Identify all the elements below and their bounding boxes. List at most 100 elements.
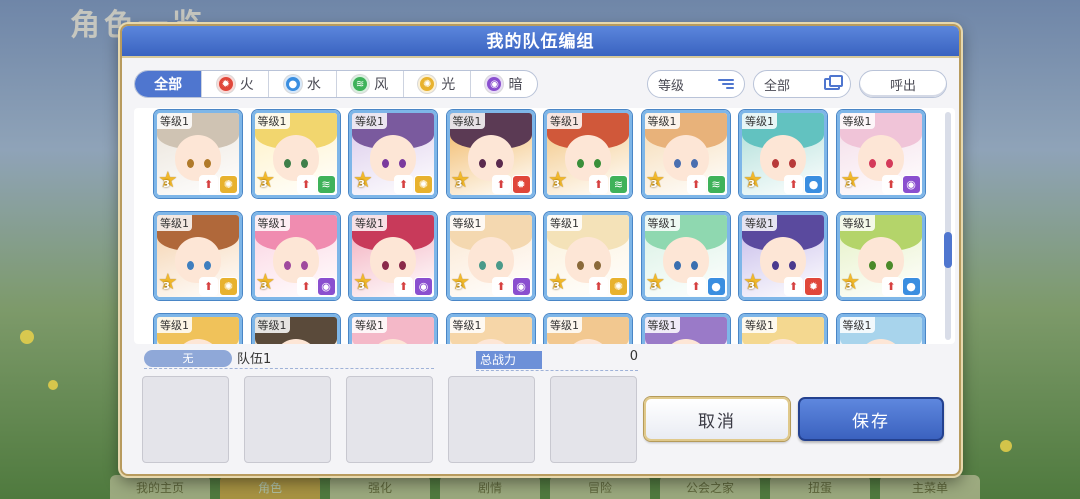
team-status-tag: 无 [144,350,232,367]
character-badges: ⬆ ◉ [881,175,921,194]
character-eye [186,158,194,168]
filter-dropdown[interactable]: 全部 [753,70,851,98]
background-nav-item: 主菜单 [880,475,980,499]
star-rank: 3 [358,281,365,292]
character-badges: ⬆ ≋ [296,175,336,194]
filter-tab-1[interactable]: ✹ 火 [202,71,270,97]
star-rank: 3 [358,179,365,190]
flower-decoration [20,330,34,344]
character-badges: ⬆ ● [784,175,823,194]
character-card[interactable]: 等级1 ★ 3 ⬆ ✺ [544,212,632,300]
character-card[interactable]: 等级1 ★ 3 ⬆ ≋ [251,110,340,198]
grid-scrollbar[interactable] [944,112,952,340]
filter-tab-5[interactable]: ◉ 暗 [471,71,537,97]
star-rank: 3 [553,179,560,190]
character-eye [869,158,877,168]
filter-tab-2[interactable]: ● 水 [269,71,337,97]
team-slot-3[interactable] [346,376,433,463]
character-eye [479,158,487,168]
character-level: 等级1 [157,317,192,333]
character-card[interactable]: 等级1 ★ 3 ⬆ ✺ [349,110,437,198]
character-card[interactable]: 等级1 ★ 3 ⬆ ✺ [446,314,535,344]
character-card[interactable]: 等级1 ★ 3 ⬆ ✺ [154,110,242,198]
background-nav-item: 强化 [330,475,430,499]
character-card[interactable]: 等级1 ★ 3 ⬆ ● [836,212,925,300]
character-card[interactable]: 等级1 ★ 3 ⬆ ● [641,212,730,300]
team-slot-4[interactable] [448,376,535,463]
character-card[interactable]: 等级1 ★ 3 ⬆ ✺ [739,314,827,344]
character-card[interactable]: 等级1 ★ 3 ⬆ ✹ [739,212,827,300]
character-eye [381,260,389,270]
star-rank: 3 [748,281,755,292]
character-card[interactable]: 等级1 ★ 3 ⬆ ◉ [349,212,437,300]
filter-icon [824,75,843,90]
dark-icon: ◉ [414,277,433,296]
character-level: 等级1 [547,215,582,231]
character-card[interactable]: 等级1 ★ 3 ⬆ ≋ [544,110,632,198]
power-divider [476,370,638,371]
character-badges: ⬆ ✺ [394,175,433,194]
character-card[interactable]: 等级1 ★ 3 ⬆ ◉ [446,212,535,300]
character-badges: ⬆ ● [686,277,726,296]
character-level: 等级1 [157,215,192,231]
role-icon: ⬆ [296,175,316,194]
character-card[interactable]: 等级1 ★ 3 ⬆ ◉ [251,212,340,300]
character-card[interactable]: 等级1 ★ 3 ⬆ ≋ [544,314,632,344]
character-card[interactable]: 等级1 ★ 3 ⬆ ✹ [251,314,340,344]
role-icon: ⬆ [784,277,803,296]
character-eye [398,158,406,168]
character-level: 等级1 [742,113,777,129]
character-card[interactable]: 等级1 ★ 3 ⬆ ✹ [446,110,535,198]
light-icon: ✺ [418,75,437,93]
role-icon: ⬆ [589,175,608,194]
callout-button[interactable]: 呼出 [859,70,947,98]
character-eye [674,260,682,270]
cancel-button[interactable]: 取消 [644,397,790,441]
character-level: 等级1 [547,113,582,129]
character-level: 等级1 [644,113,680,129]
scrollbar-thumb[interactable] [944,232,952,268]
character-card[interactable]: 等级1 ★ 3 ⬆ ✺ [154,314,242,344]
filter-tab-0[interactable]: 全部 [135,71,203,97]
wind-icon: ≋ [316,175,336,194]
wind-icon: ≋ [609,175,628,194]
sort-icon [718,79,734,89]
role-icon: ⬆ [199,277,218,296]
character-card[interactable]: 等级1 ★ 3 ⬆ ✺ [154,212,242,300]
character-grid-panel: 等级1 ★ 3 ⬆ ✺ 等级1 ★ 3 ⬆ ≋ 等级1 ★ 3 ⬆ ✺ 等级1 … [134,108,955,344]
character-eye [186,260,194,270]
character-card[interactable]: 等级1 ★ 3 ⬆ ≋ [641,110,730,198]
character-level: 等级1 [254,113,290,129]
star-rank: 3 [163,179,170,190]
character-eye [284,260,292,270]
filter-tab-4[interactable]: ✺ 光 [404,71,471,97]
character-card[interactable]: 等级1 ★ 3 ⬆ ◉ [349,314,437,344]
character-eye [381,158,389,168]
character-card[interactable]: 等级1 ★ 3 ⬆ ◉ [641,314,730,344]
character-card[interactable]: 等级1 ★ 3 ⬆ ● [836,314,925,344]
team-slot-5[interactable] [550,376,637,463]
total-power-value: 0 [629,349,638,364]
character-card[interactable]: 等级1 ★ 3 ⬆ ◉ [836,110,925,198]
role-icon: ⬆ [881,175,901,194]
sort-label: 等级 [658,78,685,94]
character-badges: ⬆ ◉ [394,277,433,296]
water-icon: ● [901,277,921,296]
sort-dropdown[interactable]: 等级 [647,70,745,98]
background-nav-item: 公会之家 [660,475,760,499]
character-level: 等级1 [352,113,387,129]
filter-tab-3[interactable]: ≋ 风 [337,71,404,97]
character-level: 等级1 [644,215,680,231]
background-nav-item: 角色 [220,475,320,499]
team-slot-1[interactable] [142,376,229,463]
role-icon: ⬆ [784,175,803,194]
role-icon: ⬆ [491,277,511,296]
role-icon: ⬆ [881,277,901,296]
character-card[interactable]: 等级1 ★ 3 ⬆ ● [739,110,827,198]
role-icon: ⬆ [686,277,706,296]
team-slot-2[interactable] [244,376,331,463]
background-nav-item: 冒险 [550,475,650,499]
save-button[interactable]: 保存 [798,397,944,441]
team-name[interactable]: 队伍1 [237,348,271,367]
filter-tab-label: 全部 [154,77,183,93]
